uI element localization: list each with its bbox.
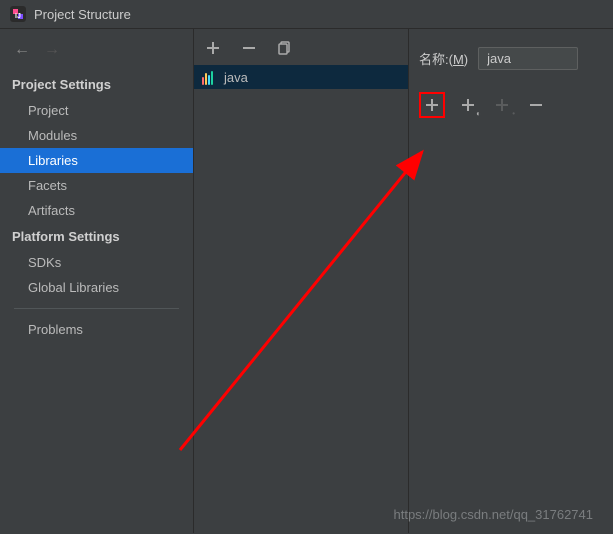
add-disabled-icon[interactable]: • — [491, 94, 513, 116]
sidebar-item-project[interactable]: Project — [0, 98, 193, 123]
sidebar-item-libraries[interactable]: Libraries — [0, 148, 193, 173]
remove-root-icon[interactable] — [525, 94, 547, 116]
library-icon — [202, 69, 218, 85]
forward-arrow-icon[interactable]: → — [44, 41, 60, 59]
library-list-panel: java — [194, 29, 409, 533]
watermark: https://blog.csdn.net/qq_31762741 — [394, 507, 594, 522]
sidebar-item-sdks[interactable]: SDKs — [0, 250, 193, 275]
sidebar: ← → Project Settings Project Modules Lib… — [0, 29, 194, 533]
divider — [14, 308, 179, 309]
library-list: java — [194, 65, 408, 89]
small-badge-icon: • — [512, 109, 515, 118]
library-name-input[interactable] — [478, 47, 578, 70]
window-title: Project Structure — [34, 7, 131, 22]
options-badge-icon: ◐ — [476, 109, 481, 118]
svg-text:IJ: IJ — [15, 13, 21, 20]
sidebar-item-facets[interactable]: Facets — [0, 173, 193, 198]
name-label: 名称:(M) — [419, 49, 468, 68]
sidebar-item-artifacts[interactable]: Artifacts — [0, 198, 193, 223]
section-header-project-settings: Project Settings — [0, 71, 193, 98]
library-item-java[interactable]: java — [194, 65, 408, 89]
nav-arrows: ← → — [0, 35, 193, 71]
library-detail-panel: 名称:(M) ◐ • — [409, 29, 613, 533]
copy-library-icon[interactable] — [276, 39, 294, 57]
sidebar-item-global-libraries[interactable]: Global Libraries — [0, 275, 193, 300]
sidebar-item-problems[interactable]: Problems — [0, 317, 193, 342]
name-row: 名称:(M) — [417, 35, 605, 88]
remove-library-icon[interactable] — [240, 39, 258, 57]
library-toolbar — [194, 29, 408, 65]
section-header-platform-settings: Platform Settings — [0, 223, 193, 250]
title-bar: IJ Project Structure — [0, 0, 613, 29]
add-root-icon[interactable] — [419, 92, 445, 118]
add-library-icon[interactable] — [204, 39, 222, 57]
library-item-label: java — [224, 70, 248, 85]
app-icon: IJ — [10, 6, 26, 22]
detail-toolbar: ◐ • — [417, 88, 605, 122]
sidebar-item-modules[interactable]: Modules — [0, 123, 193, 148]
add-with-options-icon[interactable]: ◐ — [457, 94, 479, 116]
back-arrow-icon[interactable]: ← — [14, 41, 30, 59]
